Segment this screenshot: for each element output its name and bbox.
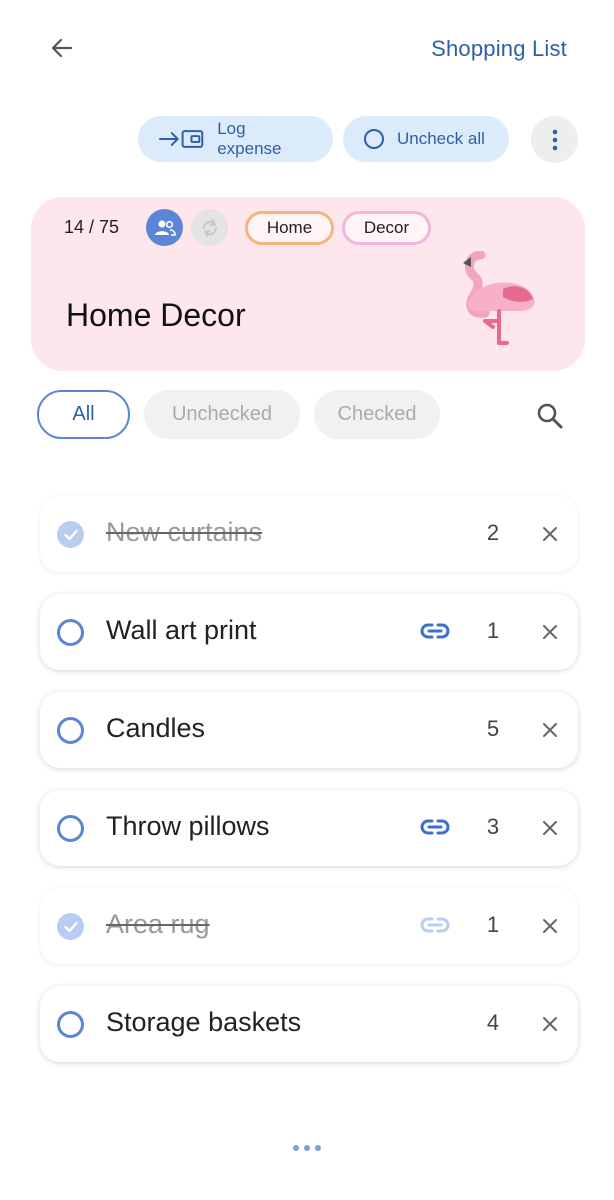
list-item[interactable]: Wall art print 1 [40,594,578,670]
dot [304,1145,310,1151]
arrow-left-icon [51,38,73,58]
close-icon [543,821,557,835]
list-title: Home Decor [66,297,246,333]
item-name[interactable]: Storage baskets [106,1007,301,1038]
filter-all[interactable]: All [37,390,130,439]
more-options-button[interactable] [531,116,578,163]
item-checkbox[interactable] [57,619,84,646]
sync-icon [202,218,217,237]
circle-outline-icon [364,129,384,149]
item-checkbox[interactable] [57,717,84,744]
list-item[interactable]: Candles 5 [40,692,578,768]
sync-button[interactable] [191,209,228,246]
list-item[interactable]: New curtains 2 [40,496,578,572]
item-checkbox[interactable] [57,1011,84,1038]
close-icon [543,723,557,737]
item-name[interactable]: New curtains [106,517,262,548]
delete-item-button[interactable] [539,719,561,741]
item-checkbox[interactable] [57,913,84,940]
item-checkbox[interactable] [57,815,84,842]
item-list: New curtains 2 Wall art print 1 Candles … [40,496,578,1084]
people-icon [154,220,176,236]
item-quantity[interactable]: 2 [480,520,506,546]
check-icon [63,529,78,540]
log-expense-label: Log expense [217,119,282,158]
item-checkbox[interactable] [57,521,84,548]
close-icon [543,527,557,541]
more-indicator[interactable] [293,1145,321,1151]
item-count: 14 / 75 [64,217,120,237]
item-name[interactable]: Wall art print [106,615,257,646]
close-icon [543,919,557,933]
delete-item-button[interactable] [539,621,561,643]
item-quantity[interactable]: 5 [480,716,506,742]
search-button[interactable] [530,396,570,436]
log-expense-button[interactable]: Log expense [138,116,333,162]
filter-unchecked[interactable]: Unchecked [144,390,300,439]
search-icon [537,403,563,429]
delete-item-button[interactable] [539,523,561,545]
tag-decor[interactable]: Decor [342,211,431,245]
item-name[interactable]: Throw pillows [106,811,270,842]
uncheck-all-button[interactable]: Uncheck all [343,116,509,162]
item-name[interactable]: Candles [106,713,205,744]
item-quantity[interactable]: 3 [480,814,506,840]
list-item[interactable]: Area rug 1 [40,888,578,964]
delete-item-button[interactable] [539,817,561,839]
more-vertical-icon [552,129,557,150]
link-icon[interactable] [420,916,450,934]
flamingo-icon [463,251,535,345]
wallet-arrow-icon [158,130,204,148]
link-icon[interactable] [420,818,450,836]
link-icon[interactable] [420,622,450,640]
list-item[interactable]: Throw pillows 3 [40,790,578,866]
item-name[interactable]: Area rug [106,909,210,940]
tag-home[interactable]: Home [245,211,334,245]
uncheck-all-label: Uncheck all [397,129,485,148]
dot [293,1145,299,1151]
filter-checked[interactable]: Checked [314,390,440,439]
delete-item-button[interactable] [539,1013,561,1035]
list-item[interactable]: Storage baskets 4 [40,986,578,1062]
page-title: Shopping List [431,36,567,61]
item-quantity[interactable]: 4 [480,1010,506,1036]
shared-button[interactable] [146,209,183,246]
dot [315,1145,321,1151]
close-icon [543,625,557,639]
item-quantity[interactable]: 1 [480,912,506,938]
back-button[interactable] [40,28,84,68]
item-quantity[interactable]: 1 [480,618,506,644]
check-icon [63,921,78,932]
close-icon [543,1017,557,1031]
delete-item-button[interactable] [539,915,561,937]
list-header-card[interactable]: 14 / 75 Home Decor Home Decor [31,197,585,371]
